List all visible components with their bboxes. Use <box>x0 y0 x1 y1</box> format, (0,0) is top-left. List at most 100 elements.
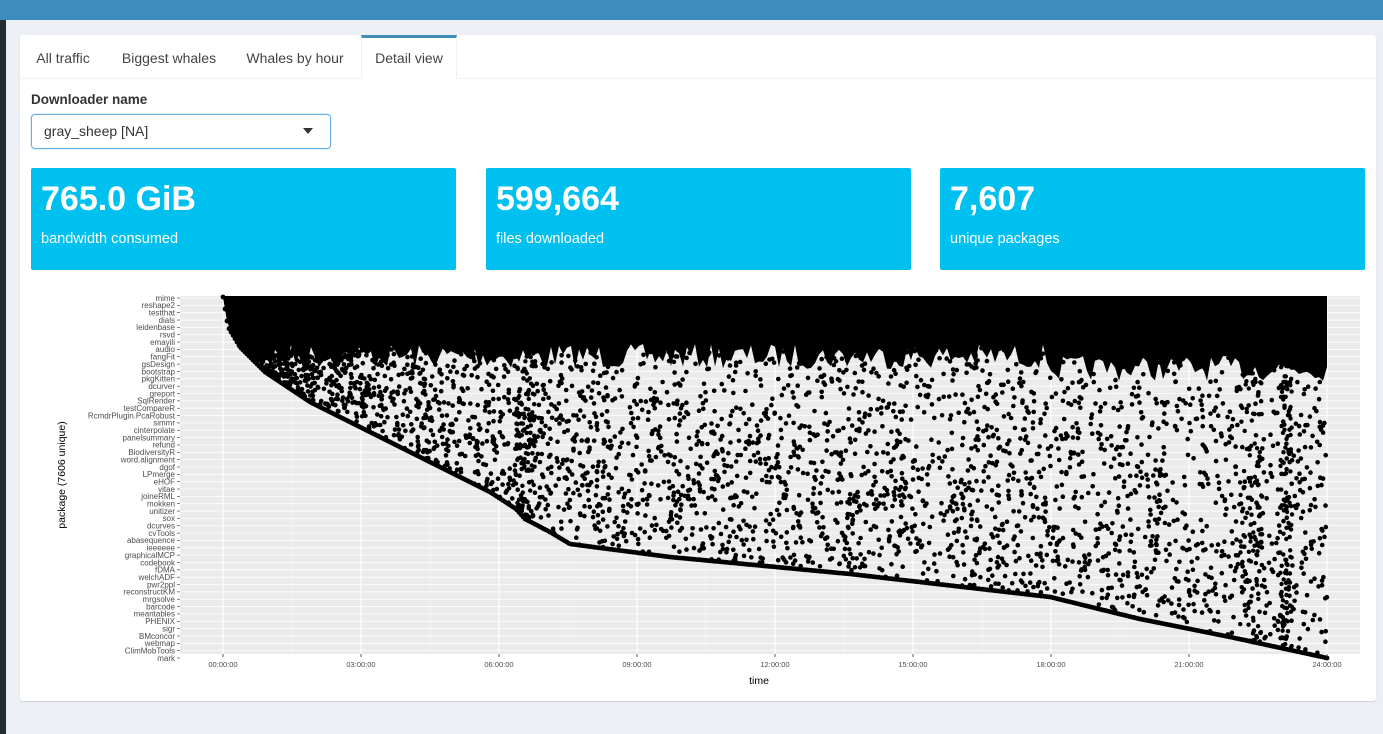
data-point <box>450 379 456 384</box>
data-point <box>1116 503 1122 508</box>
data-point <box>1290 563 1295 568</box>
data-point <box>1135 574 1140 580</box>
data-point <box>405 354 410 360</box>
data-point <box>327 389 332 395</box>
data-point <box>1129 402 1135 407</box>
data-point <box>1256 591 1261 596</box>
data-point <box>1213 405 1218 410</box>
data-point <box>1059 377 1064 382</box>
data-point <box>738 527 743 532</box>
data-point <box>416 447 422 453</box>
data-point <box>466 418 471 423</box>
data-point <box>272 370 278 375</box>
data-point <box>1157 598 1162 603</box>
data-point <box>445 462 450 467</box>
data-point <box>648 349 654 355</box>
data-point <box>646 492 652 498</box>
data-point <box>1304 465 1310 470</box>
data-point <box>647 535 653 540</box>
data-point <box>626 488 631 494</box>
data-point <box>426 440 432 445</box>
data-point <box>719 416 724 422</box>
data-point <box>1153 396 1158 402</box>
data-point <box>1190 567 1196 573</box>
streak-point <box>1259 367 1264 372</box>
data-point <box>863 431 869 436</box>
data-point <box>285 363 290 368</box>
data-point <box>653 364 658 370</box>
data-point <box>1182 616 1187 621</box>
data-point <box>378 359 384 365</box>
streak-point <box>525 460 531 465</box>
data-point <box>1257 609 1262 615</box>
data-point <box>920 571 926 576</box>
data-point <box>1289 458 1295 463</box>
data-point <box>619 394 625 399</box>
data-point <box>881 450 886 455</box>
data-point <box>1077 574 1082 579</box>
data-point <box>556 476 562 482</box>
data-point <box>470 350 475 355</box>
data-point <box>1079 459 1085 464</box>
data-point <box>965 406 971 412</box>
data-point <box>1162 411 1167 416</box>
data-point <box>345 409 350 415</box>
data-point <box>861 367 867 373</box>
data-point <box>1202 444 1207 449</box>
data-point <box>782 557 787 563</box>
data-point <box>502 363 507 368</box>
data-point <box>792 452 797 458</box>
data-point <box>1111 456 1117 461</box>
streak-point <box>1281 385 1286 391</box>
data-point <box>1130 604 1135 609</box>
data-point <box>942 512 947 518</box>
data-point <box>1134 353 1140 358</box>
data-point <box>270 345 276 351</box>
data-point <box>788 465 794 470</box>
data-point <box>382 419 387 425</box>
tab-biggest-whales[interactable]: Biggest whales <box>112 35 226 78</box>
data-point <box>844 367 849 373</box>
data-point <box>1153 548 1159 553</box>
streak-point <box>1288 609 1294 614</box>
data-point <box>652 406 658 411</box>
data-point <box>1317 379 1323 385</box>
data-point <box>1199 610 1205 615</box>
data-point <box>454 348 460 353</box>
streak-point <box>1288 416 1293 421</box>
data-point <box>1082 519 1088 525</box>
data-point <box>1078 405 1083 410</box>
data-point <box>1300 477 1305 482</box>
data-point <box>445 437 450 442</box>
data-point <box>1132 564 1137 570</box>
data-point <box>733 459 739 464</box>
tab-whales-by-hour[interactable]: Whales by hour <box>238 35 352 78</box>
data-point <box>543 497 548 502</box>
data-point <box>662 453 667 458</box>
streak-point <box>520 490 525 495</box>
data-point <box>753 369 758 374</box>
data-point <box>1036 451 1041 457</box>
data-point <box>821 380 826 385</box>
tab-detail-view[interactable]: Detail view <box>361 35 457 79</box>
streak-point <box>515 505 521 510</box>
data-point <box>1322 420 1327 426</box>
data-point <box>910 506 915 511</box>
data-point <box>891 408 896 414</box>
data-point <box>1144 472 1149 477</box>
data-point <box>766 432 772 438</box>
downloader-select[interactable]: gray_sheep [NA] <box>31 114 331 149</box>
data-point <box>628 420 634 426</box>
data-point <box>500 482 505 487</box>
data-point <box>767 521 772 527</box>
data-point <box>491 409 497 414</box>
data-point <box>744 537 749 543</box>
data-point <box>997 540 1002 545</box>
data-point <box>1135 526 1141 532</box>
data-point <box>835 428 840 434</box>
tab-all-traffic[interactable]: All traffic <box>26 35 100 78</box>
data-point <box>839 530 845 536</box>
data-point <box>731 547 736 553</box>
data-point <box>630 416 636 421</box>
data-point <box>699 425 704 430</box>
